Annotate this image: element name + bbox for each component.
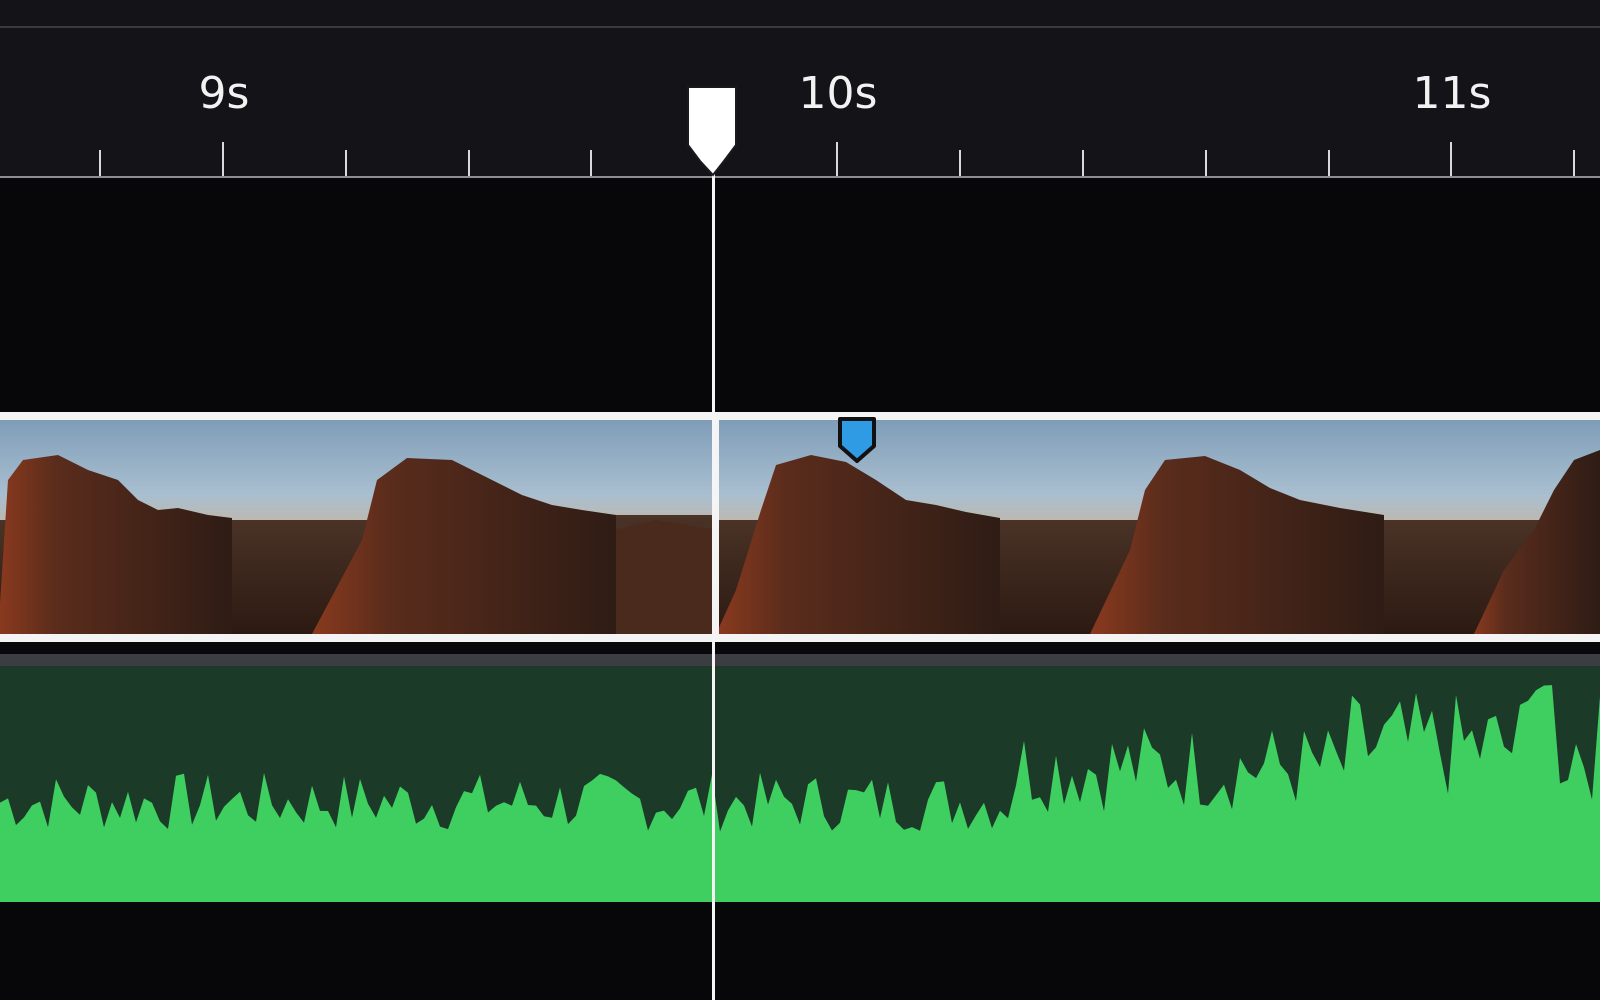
empty-track-area-bottom[interactable]: [0, 902, 1600, 1000]
video-thumbnail: [0, 420, 232, 634]
ruler-tick-major: [222, 142, 224, 176]
empty-track-area[interactable]: [0, 178, 1600, 412]
video-thumbnail: [1000, 420, 1384, 634]
playhead-line[interactable]: [712, 150, 715, 1000]
ruler-tick: [590, 150, 592, 176]
video-filmstrip[interactable]: [0, 420, 1600, 634]
ruler-tick: [1573, 150, 1575, 176]
video-thumbnail: [616, 420, 716, 634]
marker-icon[interactable]: [837, 416, 877, 464]
ruler-tick: [345, 150, 347, 176]
audio-clip-track[interactable]: [0, 666, 1600, 902]
audio-clip-header: [0, 654, 1600, 666]
ruler-tick: [1328, 150, 1330, 176]
ruler-tick-major: [836, 142, 838, 176]
time-label-9s: 9s: [198, 68, 250, 119]
ruler-tick-major: [1450, 142, 1452, 176]
ruler-tick: [1205, 150, 1207, 176]
ruler-tick: [468, 150, 470, 176]
time-label-11s: 11s: [1412, 68, 1492, 119]
video-thumbnail: [1384, 420, 1600, 634]
time-label-10s: 10s: [798, 68, 878, 119]
ruler-tick: [1082, 150, 1084, 176]
ruler-tick: [99, 150, 101, 176]
video-clip-track[interactable]: [0, 412, 1600, 642]
timeline-ruler[interactable]: 9s 10s 11s: [0, 28, 1600, 178]
audio-waveform: [0, 685, 1600, 902]
ruler-tick: [959, 150, 961, 176]
video-thumbnail: [232, 420, 616, 634]
top-bar: [0, 0, 1600, 28]
playhead-handle-icon[interactable]: [686, 85, 738, 181]
